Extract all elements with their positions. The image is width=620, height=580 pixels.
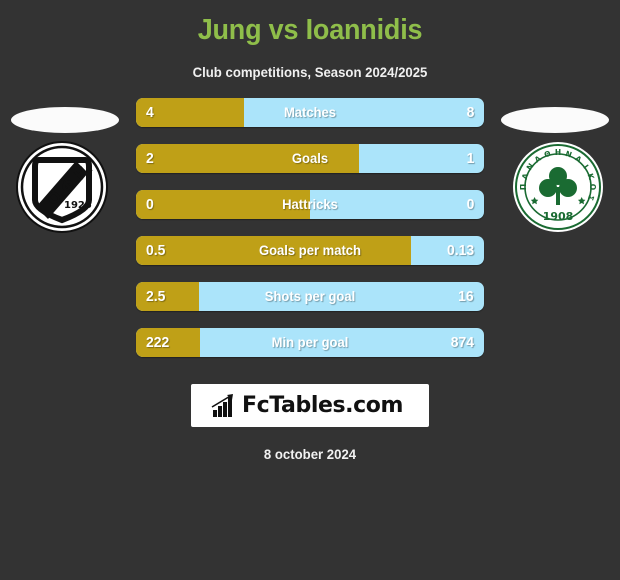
stat-label: Matches — [283, 104, 337, 120]
stat-label: Goals per match — [258, 242, 362, 258]
away-value: 1 — [466, 150, 474, 167]
stat-label: Shots per goal — [264, 288, 356, 304]
brand-text: FcTables.com — [241, 393, 404, 418]
svg-text:Η: Η — [555, 148, 561, 157]
stat-label: Hattricks — [282, 196, 338, 212]
decoration-ellipse-left — [11, 107, 119, 133]
bar-chart-icon — [211, 393, 233, 417]
footer-date: 8 october 2024 — [263, 446, 357, 462]
away-team-crest: Π Α Ν Α Θ Η Ν Α Ι Κ Ο Σ 1908 — [511, 140, 605, 234]
stat-bars-list: 4 Matches 8 2 Goals 1 0 Hattricks 0 0.5 … — [136, 98, 484, 374]
panathinaikos-crest-icon: Π Α Ν Α Θ Η Ν Α Ι Κ Ο Σ 1908 — [513, 142, 603, 232]
away-value: 0.13 — [446, 242, 474, 259]
stat-label: Min per goal — [271, 334, 349, 350]
svg-text:Ο: Ο — [588, 184, 597, 190]
away-value: 874 — [450, 334, 474, 351]
brand-logo[interactable]: FcTables.com — [190, 384, 430, 427]
stat-row-matches[interactable]: 4 Matches 8 — [136, 98, 484, 127]
page-subtitle: Club competitions, Season 2024/2025 — [192, 64, 428, 80]
svg-text:1908: 1908 — [543, 210, 574, 223]
svg-text:Π: Π — [519, 184, 528, 190]
comparison-area: O.Φ.H. 1925 Π Α Ν Α Θ Η Ν Α Ι Κ Ο Σ 1908… — [0, 98, 620, 368]
stat-label: Goals — [291, 150, 329, 166]
stat-row-min-per-goal[interactable]: 222 Min per goal 874 — [136, 328, 484, 357]
stat-row-shots-per-goal[interactable]: 2.5 Shots per goal 16 — [136, 282, 484, 311]
stat-row-hattricks[interactable]: 0 Hattricks 0 — [136, 190, 484, 219]
home-team-crest: O.Φ.H. 1925 — [15, 140, 109, 234]
away-value: 0 — [466, 196, 474, 213]
footer: FcTables.com 8 october 2024 — [0, 384, 620, 462]
stat-row-goals[interactable]: 2 Goals 1 — [136, 144, 484, 173]
ofi-crete-crest-icon: O.Φ.H. 1925 — [16, 141, 108, 233]
decoration-ellipse-right — [501, 107, 609, 133]
stat-row-goals-per-match[interactable]: 0.5 Goals per match 0.13 — [136, 236, 484, 265]
away-value: 16 — [458, 288, 474, 305]
page-title: Jung vs Ioannidis — [197, 14, 423, 46]
away-value: 8 — [466, 104, 474, 121]
svg-text:1925: 1925 — [64, 200, 92, 211]
